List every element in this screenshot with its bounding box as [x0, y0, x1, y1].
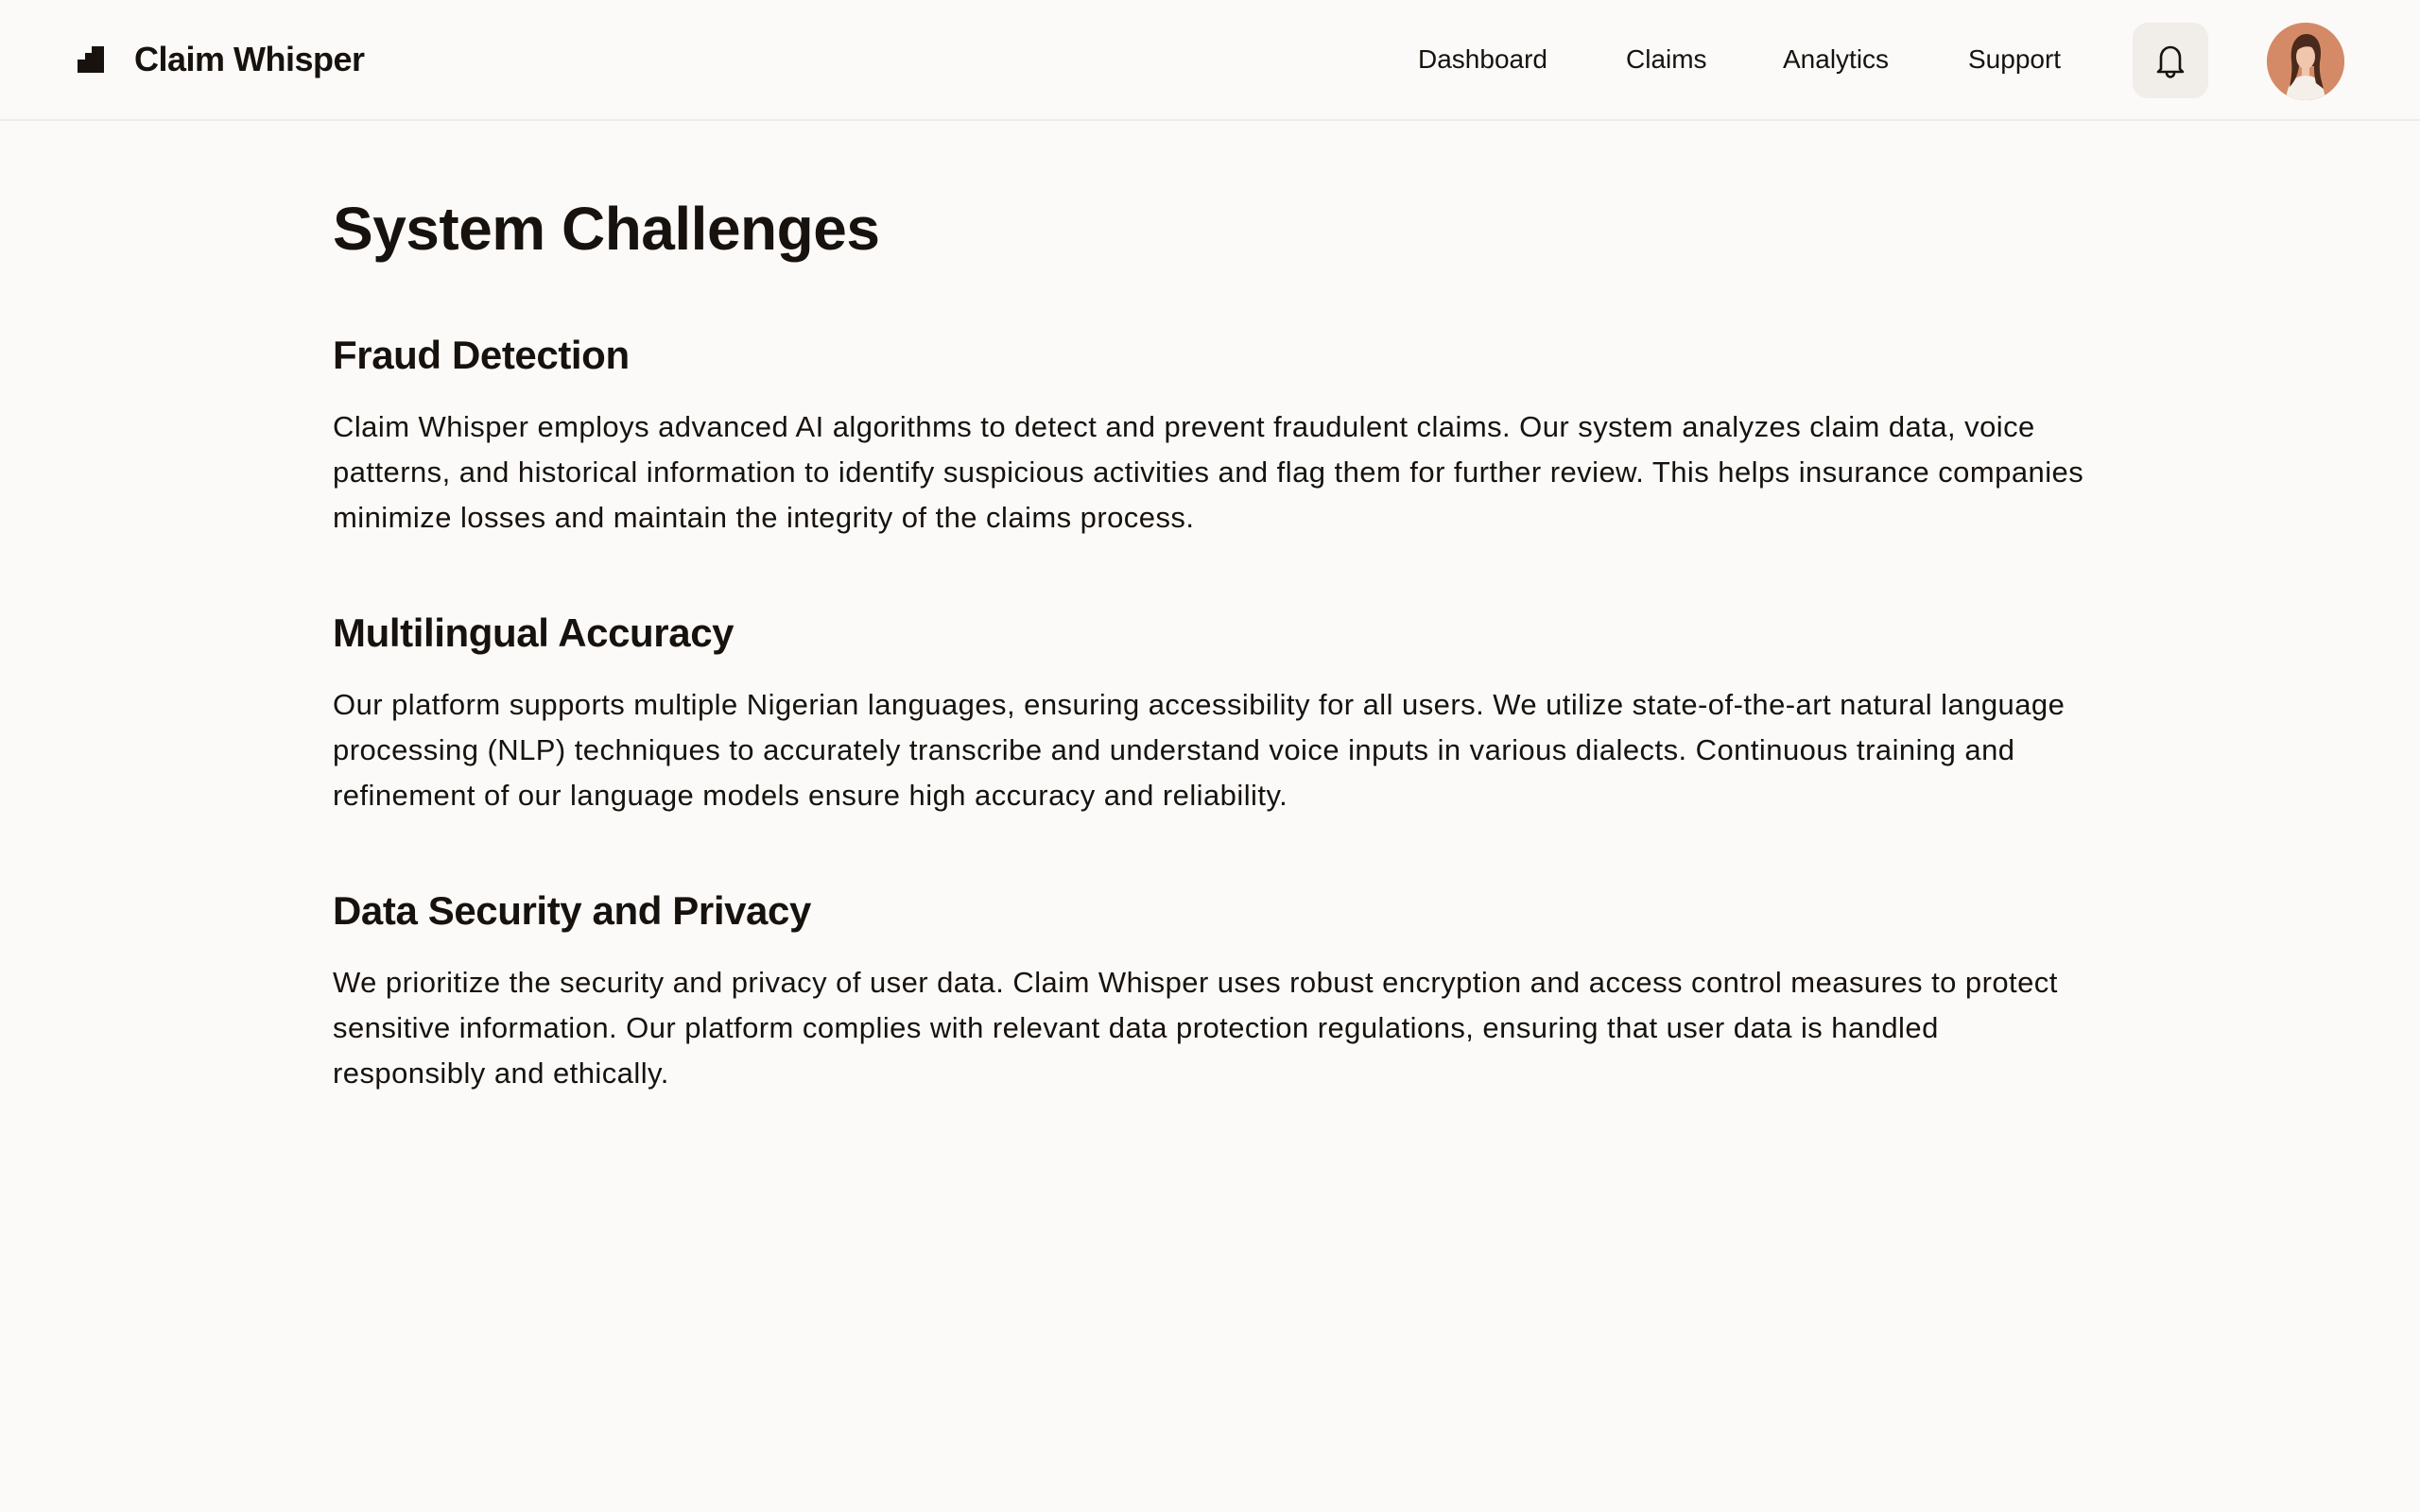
section-body: Our platform supports multiple Nigerian …: [333, 688, 2066, 812]
bell-icon: [2156, 45, 2185, 78]
avatar-image: [2267, 23, 2344, 100]
brand[interactable]: Claim Whisper: [78, 0, 365, 119]
section-body: We prioritize the security and privacy o…: [333, 966, 2058, 1090]
section-body: Claim Whisper employs advanced AI algori…: [333, 410, 2084, 534]
section-title: Multilingual Accuracy: [333, 610, 735, 655]
app-name: Claim Whisper: [134, 40, 365, 78]
notifications-button[interactable]: [2133, 23, 2208, 98]
nav-support[interactable]: Support: [1968, 0, 2061, 119]
section-fraud-detection: Fraud Detection Claim Whisper employs ad…: [333, 329, 2091, 541]
section-data-security-privacy: Data Security and Privacy We prioritize …: [333, 885, 2091, 1096]
top-navigation-bar: Claim Whisper Dashboard Claims Analytics…: [0, 0, 2420, 121]
section-title: Fraud Detection: [333, 333, 630, 377]
section-multilingual-accuracy: Multilingual Accuracy Our platform suppo…: [333, 607, 2091, 818]
main-content: System Challenges Fraud Detection Claim …: [333, 185, 2091, 1090]
nav-analytics[interactable]: Analytics: [1783, 0, 1889, 119]
staircase-logo-icon: [78, 46, 104, 73]
user-avatar[interactable]: [2267, 23, 2344, 100]
nav-dashboard[interactable]: Dashboard: [1418, 0, 1547, 119]
section-title: Data Security and Privacy: [333, 888, 811, 933]
nav-claims[interactable]: Claims: [1626, 0, 1707, 119]
page-title: System Challenges: [333, 195, 880, 263]
